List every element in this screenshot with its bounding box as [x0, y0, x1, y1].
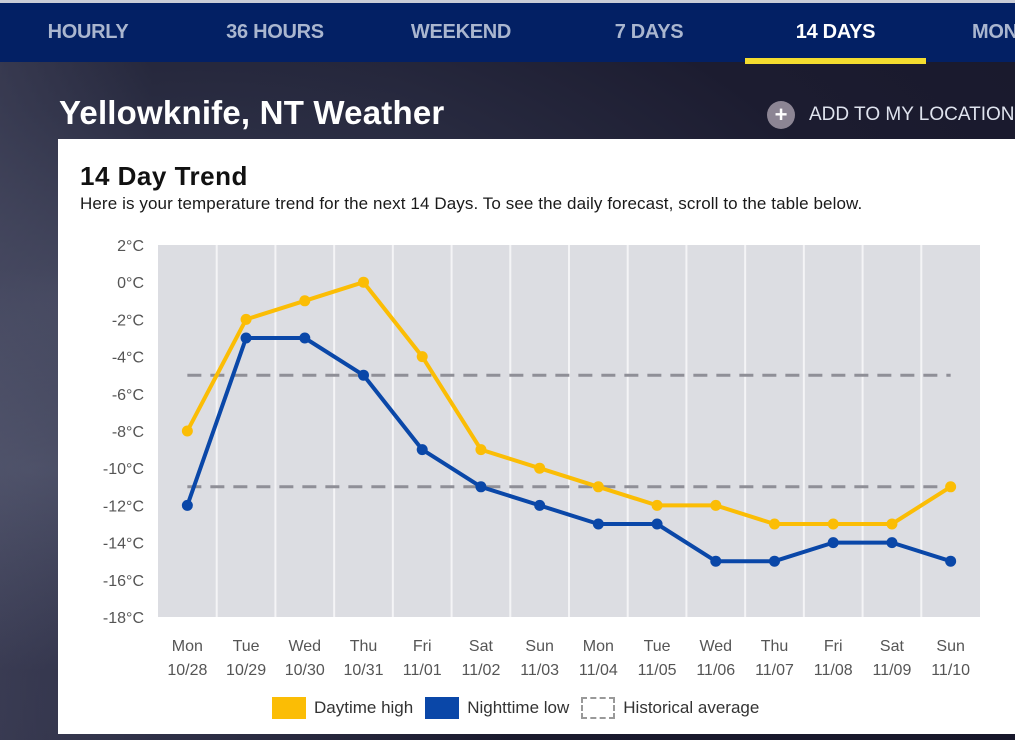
legend-item-daytime-high[interactable]: Daytime high: [272, 697, 413, 719]
nighttime-low-point: [240, 332, 252, 344]
nighttime-low-point: [827, 537, 839, 549]
tab-label: 36 HOURS: [226, 21, 324, 43]
daytime-high-point: [416, 351, 428, 363]
daytime-high-point: [534, 462, 546, 474]
x-tick-day: Sat: [880, 638, 905, 655]
daytime-high-point: [475, 444, 487, 456]
y-tick-label: -14°C: [103, 536, 144, 553]
x-tick-date: 11/10: [931, 662, 970, 679]
daytime-high-point: [358, 276, 369, 288]
daytime-high-point: [769, 518, 780, 530]
nighttime-low-point: [710, 555, 722, 567]
chart-legend: Daytime high Nighttime low Historical av…: [272, 697, 771, 719]
legend-swatch-average: [581, 697, 616, 719]
daytime-high-point: [240, 313, 252, 325]
nighttime-low-point: [475, 481, 487, 493]
plus-circle-icon: +: [767, 101, 795, 129]
legend-item-historical-average[interactable]: Historical average: [581, 697, 759, 719]
y-tick-label: -6°C: [112, 387, 144, 404]
x-tick-date: 11/05: [638, 662, 677, 679]
y-tick-label: 2°C: [117, 238, 144, 255]
nighttime-low-point: [358, 369, 369, 381]
y-tick-label: -10°C: [103, 461, 144, 478]
x-tick-day: Sat: [469, 638, 494, 655]
x-tick-date: 11/04: [579, 662, 618, 679]
legend-label-high: Daytime high: [314, 698, 414, 717]
x-tick-day: Tue: [233, 638, 260, 655]
y-tick-label: -18°C: [103, 610, 144, 627]
nighttime-low-point: [945, 555, 957, 567]
tab-hourly[interactable]: HOURLY: [42, 3, 134, 62]
x-tick-date: 11/08: [814, 662, 853, 679]
legend-item-nighttime-low[interactable]: Nighttime low: [425, 697, 569, 719]
tab-7-days[interactable]: 7 DAYS: [605, 3, 693, 62]
daytime-high-point: [651, 499, 663, 511]
x-tick-day: Thu: [350, 638, 378, 655]
daytime-high-point: [886, 518, 898, 530]
page-title: Yellowknife, NT Weather: [59, 94, 445, 131]
x-tick-day: Tue: [644, 638, 671, 655]
x-tick-date: 10/30: [285, 662, 325, 679]
tab-weekend[interactable]: WEEKEND: [405, 3, 517, 62]
tab-monthly[interactable]: MON: [968, 3, 1015, 62]
add-to-my-locations-label: ADD TO MY LOCATIONS: [809, 104, 1015, 125]
legend-label-average: Historical average: [623, 698, 760, 717]
daytime-high-point: [592, 481, 604, 493]
daytime-high-point: [299, 295, 311, 307]
tab-label: 14 DAYS: [795, 21, 876, 43]
tab-label: MON: [972, 21, 1015, 43]
legend-swatch-low: [425, 697, 460, 719]
x-tick-date: 11/03: [520, 662, 559, 679]
x-tick-date: 10/29: [226, 662, 266, 679]
tab-label: HOURLY: [47, 21, 129, 43]
y-tick-label: -2°C: [112, 312, 144, 329]
x-tick-date: 11/09: [872, 662, 911, 679]
legend-swatch-high: [272, 697, 306, 719]
nighttime-low-point: [592, 518, 604, 530]
x-tick-day: Thu: [761, 638, 789, 655]
x-tick-day: Fri: [413, 638, 432, 655]
x-tick-day: Wed: [288, 638, 321, 655]
y-tick-label: 0°C: [117, 275, 144, 292]
nighttime-low-point: [534, 499, 546, 511]
x-tick-day: Fri: [824, 638, 843, 655]
tab-14-days[interactable]: 14 DAYS: [745, 3, 926, 64]
forecast-tabs-nav: HOURLY 36 HOURS WEEKEND 7 DAYS 14 DAYS M…: [0, 0, 1015, 64]
y-tick-label: -4°C: [112, 350, 144, 367]
x-tick-date: 11/02: [461, 662, 500, 679]
tab-label: 7 DAYS: [614, 21, 684, 43]
y-tick-label: -12°C: [103, 498, 144, 515]
legend-label-low: Nighttime low: [467, 698, 570, 717]
y-tick-label: -8°C: [112, 424, 144, 441]
x-tick-date: 10/28: [167, 662, 207, 679]
nighttime-low-point: [651, 518, 663, 530]
trend-card: 14 Day Trend Here is your temperature tr…: [58, 139, 1015, 734]
x-tick-day: Sun: [525, 638, 553, 655]
x-tick-date: 11/06: [696, 662, 735, 679]
add-to-my-locations-button[interactable]: + ADD TO MY LOCATIONS: [767, 101, 1015, 129]
tab-label: WEEKEND: [410, 21, 512, 43]
nighttime-low-point: [416, 444, 428, 456]
daytime-high-point: [827, 518, 839, 530]
x-tick-date: 11/01: [403, 662, 442, 679]
nighttime-low-point: [769, 555, 780, 567]
x-tick-day: Mon: [583, 638, 614, 655]
nighttime-low-point: [299, 332, 311, 344]
daytime-high-point: [945, 481, 957, 493]
x-tick-day: Wed: [699, 638, 732, 655]
x-tick-day: Mon: [172, 638, 203, 655]
y-tick-label: -16°C: [103, 573, 144, 590]
x-tick-date: 11/07: [755, 662, 794, 679]
active-tab-indicator: [745, 58, 926, 64]
x-tick-day: Sun: [936, 638, 964, 655]
daytime-high-point: [710, 499, 722, 511]
temperature-trend-chart: 2°C 0°C -2°C -4°C -6°C -8°C -10°C -12°C -14°C -16…: [103, 238, 980, 679]
daytime-high-point: [181, 425, 193, 437]
x-tick-date: 10/31: [343, 662, 383, 679]
nighttime-low-point: [181, 499, 193, 511]
nighttime-low-point: [886, 537, 898, 549]
tab-36-hours[interactable]: 36 HOURS: [215, 3, 335, 62]
